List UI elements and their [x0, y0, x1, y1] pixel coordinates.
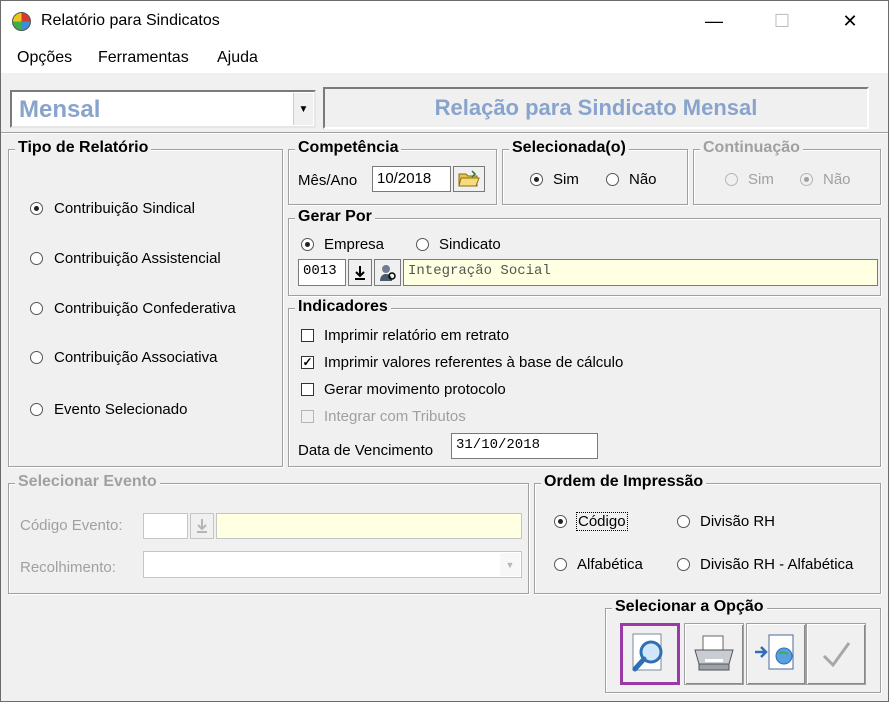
continuacao-group: Continuação	[693, 139, 881, 205]
title-bar: Relatório para Sindicatos — ☐ ✕	[1, 1, 888, 41]
maximize-button[interactable]: ☐	[759, 1, 805, 41]
chevron-down-icon: ▼	[500, 553, 520, 576]
checkmark-icon	[822, 642, 851, 668]
radio-ordem-alfabetica[interactable]	[554, 558, 567, 571]
label-imprimir-retrato[interactable]: Imprimir relatório em retrato	[324, 327, 509, 344]
radio-selecionada-nao[interactable]	[606, 173, 619, 186]
radio-contribuicao-associativa[interactable]	[30, 351, 43, 364]
gerar-por-title: Gerar Por	[295, 208, 375, 226]
vencimento-input[interactable]: 31/10/2018	[451, 433, 598, 459]
preview-button[interactable]	[620, 623, 680, 685]
person-search-icon[interactable]	[374, 259, 401, 286]
radio-empresa[interactable]	[301, 238, 314, 251]
ordem-impressao-group: Ordem de Impressão	[534, 473, 881, 594]
vencimento-label: Data de Vencimento	[298, 442, 434, 459]
label-ordem-alfabetica[interactable]: Alfabética	[577, 556, 643, 573]
evento-name-field	[216, 513, 522, 539]
app-icon	[12, 12, 31, 31]
empresa-code-input[interactable]: 0013	[298, 259, 346, 286]
window: Relatório para Sindicatos — ☐ ✕ Opções F…	[0, 0, 889, 702]
export-button[interactable]	[746, 623, 806, 685]
label-continuacao-nao: Não	[823, 171, 851, 188]
radio-ordem-codigo[interactable]	[554, 515, 567, 528]
checkbox-integrar-tributos	[301, 410, 314, 423]
radio-selecionada-sim[interactable]	[530, 173, 543, 186]
mes-ano-input[interactable]: 10/2018	[372, 166, 451, 192]
continuacao-title: Continuação	[700, 139, 803, 157]
radio-sindicato[interactable]	[416, 238, 429, 251]
checkbox-imprimir-base-calculo[interactable]: ✓	[301, 356, 314, 369]
empresa-name-field: Integração Social	[403, 259, 878, 286]
label-empresa[interactable]: Empresa	[324, 236, 384, 253]
label-ordem-divisao-rh-alfabetica[interactable]: Divisão RH - Alfabética	[700, 556, 853, 573]
ordem-impressao-title: Ordem de Impressão	[541, 473, 707, 491]
recolhimento-label: Recolhimento:	[20, 559, 116, 576]
radio-ordem-divisao-rh-alfabetica[interactable]	[677, 558, 690, 571]
print-button[interactable]	[684, 623, 744, 685]
chevron-down-icon[interactable]: ▼	[293, 93, 313, 125]
period-select[interactable]: Mensal ▼	[10, 90, 316, 128]
radio-contribuicao-assistencial[interactable]	[30, 252, 43, 265]
checkbox-imprimir-retrato[interactable]	[301, 329, 314, 342]
window-title: Relatório para Sindicatos	[41, 12, 220, 29]
export-document-icon	[755, 634, 794, 670]
selecionar-opcao-title: Selecionar a Opção	[612, 598, 767, 616]
menu-opcoes[interactable]: Opções	[17, 49, 72, 67]
label-contribuicao-associativa[interactable]: Contribuição Associativa	[54, 349, 217, 366]
period-select-value: Mensal	[19, 96, 101, 123]
radio-ordem-divisao-rh[interactable]	[677, 515, 690, 528]
download-arrow-icon	[190, 513, 214, 539]
indicadores-title: Indicadores	[295, 298, 391, 316]
checkbox-gerar-movimento[interactable]	[301, 383, 314, 396]
mes-ano-label: Mês/Ano	[298, 172, 358, 189]
codigo-evento-label: Código Evento:	[20, 517, 123, 534]
minimize-button[interactable]: —	[691, 1, 737, 41]
label-imprimir-base-calculo[interactable]: Imprimir valores referentes à base de cá…	[324, 354, 623, 371]
label-contribuicao-confederativa[interactable]: Contribuição Confederativa	[54, 300, 236, 317]
divider	[1, 132, 888, 134]
download-arrow-icon[interactable]	[348, 259, 372, 286]
confirm-button[interactable]	[806, 623, 866, 685]
recolhimento-select: ▼	[143, 551, 522, 578]
label-evento-selecionado[interactable]: Evento Selecionado	[54, 401, 187, 418]
competencia-title: Competência	[295, 139, 402, 157]
printer-icon	[694, 635, 734, 671]
label-ordem-divisao-rh[interactable]: Divisão RH	[700, 513, 775, 530]
menu-ajuda[interactable]: Ajuda	[217, 49, 258, 67]
radio-evento-selecionado[interactable]	[30, 403, 43, 416]
label-continuacao-sim: Sim	[748, 171, 774, 188]
label-selecionada-sim[interactable]: Sim	[553, 171, 579, 188]
label-sindicato[interactable]: Sindicato	[439, 236, 501, 253]
report-banner: Relação para Sindicato Mensal	[323, 87, 869, 129]
label-gerar-movimento[interactable]: Gerar movimento protocolo	[324, 381, 506, 398]
preview-magnifier-icon	[632, 633, 663, 672]
tipo-relatorio-title: Tipo de Relatório	[15, 139, 152, 157]
label-integrar-tributos: Integrar com Tributos	[324, 408, 466, 425]
menu-ferramentas[interactable]: Ferramentas	[98, 49, 189, 67]
menu-bar: Opções Ferramentas Ajuda	[1, 41, 888, 73]
radio-contribuicao-confederativa[interactable]	[30, 302, 43, 315]
radio-contribuicao-sindical[interactable]	[30, 202, 43, 215]
label-contribuicao-assistencial[interactable]: Contribuição Assistencial	[54, 250, 221, 267]
selecionada-title: Selecionada(o)	[509, 139, 629, 157]
label-selecionada-nao[interactable]: Não	[629, 171, 657, 188]
label-ordem-codigo[interactable]: Código	[576, 512, 628, 531]
radio-continuacao-sim	[725, 173, 738, 186]
radio-continuacao-nao	[800, 173, 813, 186]
close-button[interactable]: ✕	[827, 1, 873, 41]
selecionar-evento-title: Selecionar Evento	[15, 473, 160, 491]
codigo-evento-input	[143, 513, 188, 539]
label-contribuicao-sindical[interactable]: Contribuição Sindical	[54, 200, 195, 217]
folder-open-icon[interactable]	[453, 166, 485, 192]
